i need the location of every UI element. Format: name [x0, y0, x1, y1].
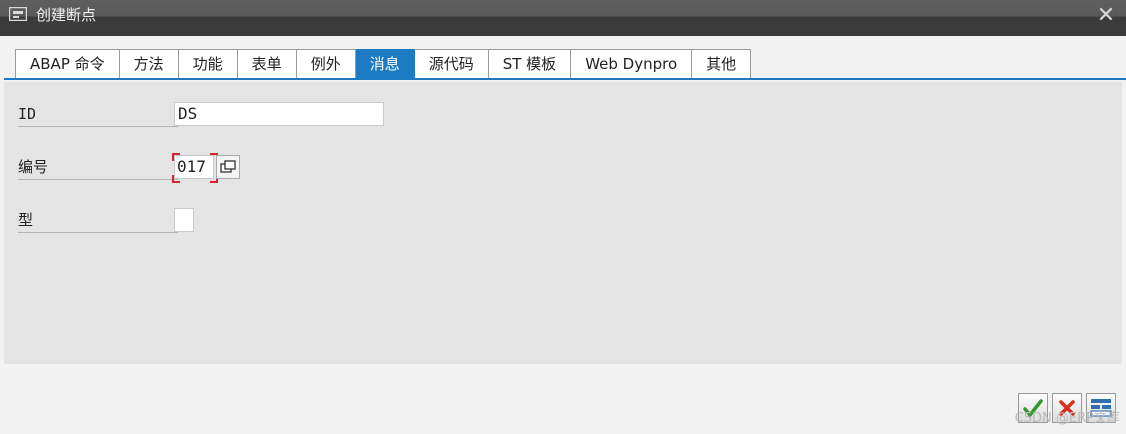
id-label: ID — [18, 102, 178, 127]
tab-abap-command[interactable]: ABAP 命令 — [15, 49, 120, 79]
window-icon — [9, 7, 27, 21]
tab-source-code[interactable]: 源代码 — [414, 49, 489, 79]
id-field[interactable]: DS — [174, 102, 384, 126]
tab-exception[interactable]: 例外 — [296, 49, 356, 79]
window-title: 创建断点 — [36, 6, 97, 24]
title-bar: 创建断点 ✕ — [0, 0, 1126, 36]
watermark: CSDN @ERP文库 — [1014, 411, 1120, 426]
form-panel: ID DS 编号 017 型 — [4, 82, 1122, 364]
number-field[interactable]: 017 — [174, 155, 214, 179]
tab-function[interactable]: 功能 — [178, 49, 238, 79]
tab-message[interactable]: 消息 — [355, 49, 415, 79]
tab-method[interactable]: 方法 — [119, 49, 179, 79]
tab-other[interactable]: 其他 — [692, 49, 752, 79]
focus-marker-tl — [172, 153, 180, 161]
tab-strip: ABAP 命令 方法 功能 表单 例外 消息 源代码 ST 模板 Web Dyn… — [15, 49, 752, 79]
number-label: 编号 — [18, 155, 178, 180]
close-icon[interactable]: ✕ — [1096, 5, 1116, 27]
tab-st-template[interactable]: ST 模板 — [488, 49, 572, 79]
tab-underline — [4, 78, 1126, 80]
tab-web-dynpro[interactable]: Web Dynpro — [571, 49, 693, 79]
focus-marker-bl — [172, 175, 180, 183]
type-field[interactable] — [174, 208, 194, 232]
value-help-icon[interactable] — [216, 155, 240, 179]
type-label: 型 — [18, 208, 178, 233]
tab-form[interactable]: 表单 — [237, 49, 297, 79]
